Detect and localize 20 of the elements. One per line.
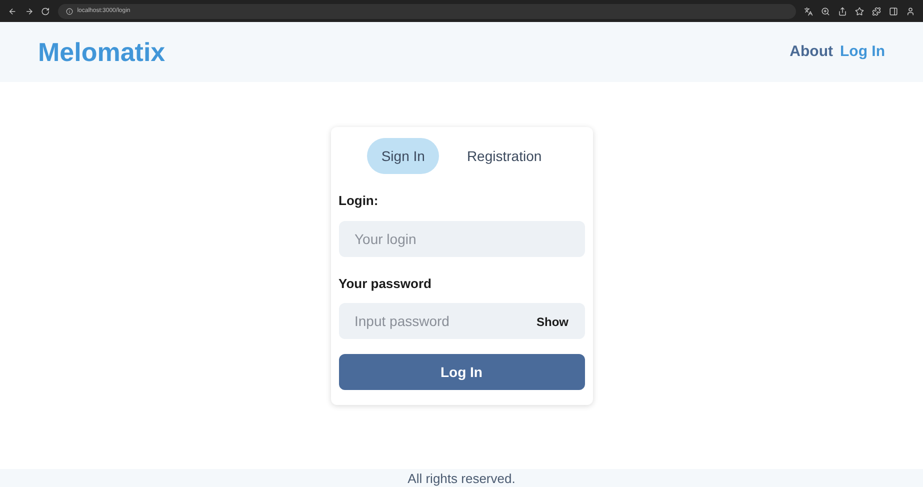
field-label: Your password [338, 274, 432, 293]
profile-icon[interactable] [906, 6, 916, 16]
show-password-button[interactable]: Show [536, 313, 568, 331]
translate-icon[interactable] [804, 6, 814, 16]
reload-icon[interactable] [41, 6, 50, 16]
info-icon [66, 8, 74, 14]
nav-link[interactable]: About [790, 40, 833, 64]
login-field[interactable]: Your login [338, 220, 584, 256]
zoom-icon[interactable] [821, 6, 830, 16]
tab[interactable]: Sign In [367, 138, 439, 174]
puzzle-icon[interactable] [872, 6, 882, 16]
footer-text: All rights reserved. [408, 471, 516, 487]
forward-icon[interactable] [24, 6, 34, 16]
back-icon[interactable] [8, 6, 17, 16]
field-label: Login: [338, 192, 380, 210]
share-icon[interactable] [838, 6, 848, 16]
panel-icon[interactable] [889, 6, 898, 16]
star-icon[interactable] [855, 6, 864, 16]
tab[interactable]: Registration [452, 138, 556, 174]
login-button[interactable]: Log In [338, 354, 584, 390]
